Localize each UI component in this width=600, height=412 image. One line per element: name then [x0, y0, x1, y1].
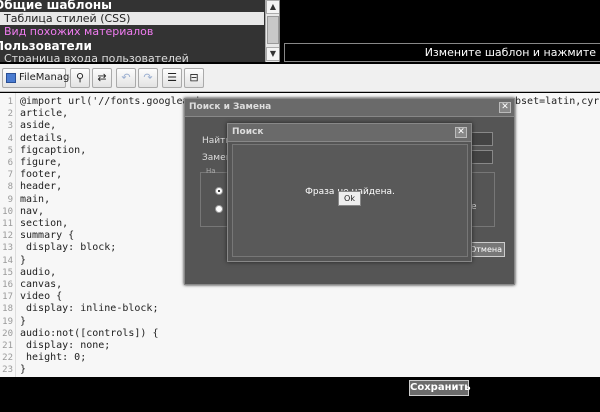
line-number: 10: [2, 206, 13, 217]
editor-toolbar: FileManager ⚲ ⇄ ↶ ↷ ☰ ⊟: [0, 64, 600, 92]
binoculars-icon[interactable]: ⚲: [70, 68, 90, 88]
code-line: }: [20, 254, 27, 266]
filemanager-icon: [6, 73, 16, 83]
save-button[interactable]: Сохранить: [409, 380, 471, 396]
code-line-1-tail: ubset=latin,cyri: [509, 96, 600, 107]
line-number: 23: [2, 365, 13, 376]
line-number: 15: [2, 267, 13, 278]
code-line: nav,: [20, 205, 45, 217]
code-line: main,: [20, 193, 51, 205]
template-list[interactable]: Общие шаблоны Таблица стилей (CSS) Вид п…: [0, 0, 280, 62]
code-line: video {: [20, 291, 63, 303]
scroll-down-icon[interactable]: ▼: [266, 47, 279, 61]
code-line: header,: [20, 181, 63, 193]
code-line: figure,: [20, 157, 63, 168]
close-icon[interactable]: ✕: [499, 102, 511, 113]
hint-text: Измените шаблон и нажмите: [284, 43, 600, 62]
template-option-css[interactable]: Таблица стилей (CSS): [0, 12, 264, 25]
code-line: aside,: [20, 120, 57, 132]
code-line: audio,: [20, 266, 57, 278]
line-number: 13: [2, 243, 13, 254]
scroll-up-icon[interactable]: ▲: [266, 0, 279, 14]
close-icon[interactable]: ✕: [455, 127, 467, 138]
line-number: 8: [7, 182, 13, 193]
options-group-label: На: [206, 167, 216, 175]
code-line: display: block;: [20, 242, 117, 254]
line-number: 14: [2, 255, 13, 266]
template-group-users: Пользователи: [0, 39, 92, 53]
ok-button[interactable]: Ok: [338, 191, 361, 206]
line-number: 19: [2, 316, 13, 327]
search-dialog-title: Поиск: [228, 124, 471, 142]
code-line: section,: [20, 218, 69, 229]
code-line: audio:not([controls]) {: [20, 327, 159, 339]
filemanager-button[interactable]: FileManager: [2, 68, 80, 88]
line-gutter: 1 2 3 4 5 6 7 8 9 10 11 12 13 14 15 16 17 18 19 20 21 22 23: [0, 93, 16, 377]
template-list-scrollbar[interactable]: ▲ ▼: [265, 0, 279, 62]
line-number: 20: [2, 328, 13, 339]
line-number: 9: [7, 194, 13, 205]
code-line: details,: [20, 132, 69, 144]
line-number: 6: [7, 158, 13, 168]
scroll-thumb[interactable]: [267, 16, 279, 44]
code-line: @import url('//fonts.googleapis: [20, 96, 207, 107]
code-line: display: inline-block;: [20, 303, 159, 315]
radio-option-2[interactable]: [215, 205, 223, 213]
line-numbers-icon[interactable]: ☰: [162, 68, 182, 88]
code-line: footer,: [20, 169, 63, 181]
replace-icon[interactable]: ⇄: [92, 68, 112, 88]
template-option-login[interactable]: Страница входа пользователей: [0, 52, 189, 62]
redo-icon[interactable]: ↷: [138, 68, 158, 88]
line-number: 17: [2, 292, 13, 303]
line-number: 5: [7, 145, 13, 156]
template-group-general: Общие шаблоны: [0, 0, 112, 12]
code-line: display: none;: [20, 340, 111, 351]
undo-icon[interactable]: ↶: [116, 68, 136, 88]
line-number: 3: [7, 121, 13, 132]
code-line: }: [20, 315, 27, 327]
code-line: canvas,: [20, 279, 63, 290]
line-number: 21: [2, 341, 13, 351]
code-line: height: 0;: [20, 352, 87, 364]
app-root: Общие шаблоны Таблица стилей (CSS) Вид п…: [0, 0, 600, 412]
bottom-bar: Сохранить: [0, 377, 600, 412]
line-number: 22: [2, 353, 13, 364]
line-number: 7: [7, 170, 13, 181]
wrap-icon[interactable]: ⊟: [184, 68, 204, 88]
code-line: }: [20, 364, 27, 376]
line-number: 4: [7, 133, 13, 144]
line-number: 11: [2, 219, 13, 229]
line-number: 1: [7, 97, 13, 107]
line-number: 18: [2, 304, 13, 315]
line-number: 12: [2, 231, 13, 242]
code-line: summary {: [20, 230, 75, 242]
template-option-related[interactable]: Вид похожих материалов: [0, 25, 153, 38]
search-replace-title: Поиск и Замена: [185, 99, 514, 117]
cancel-button[interactable]: Отмена: [467, 242, 505, 257]
code-line: article,: [20, 108, 69, 120]
code-line: figcaption,: [20, 144, 87, 156]
radio-option-1[interactable]: [215, 187, 223, 195]
line-number: 2: [7, 109, 13, 120]
line-number: 16: [2, 280, 13, 290]
